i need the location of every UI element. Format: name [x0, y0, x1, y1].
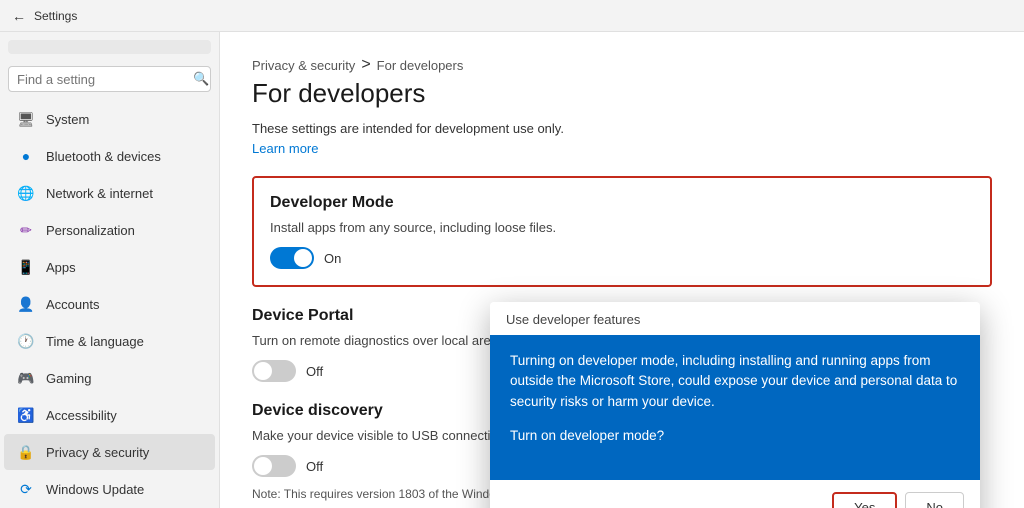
search-box[interactable]: 🔍 — [8, 66, 211, 92]
privacy-nav-icon: 🔒 — [16, 442, 36, 462]
sidebar-item-label-privacy: Privacy & security — [46, 445, 149, 460]
search-input[interactable] — [17, 72, 193, 87]
sidebar-item-label-accounts: Accounts — [46, 297, 99, 312]
nav-list: 🖥 System ● Bluetooth & devices 🌐 Network & in… — [0, 100, 219, 508]
sidebar-item-accounts[interactable]: 👤 Accounts — [4, 286, 215, 322]
dialog-title-bar: Use developer features — [490, 302, 980, 335]
sidebar-item-label-personalization: Personalization — [46, 223, 135, 238]
sidebar-item-label-gaming: Gaming — [46, 371, 92, 386]
sidebar-item-label-network: Network & internet — [46, 186, 153, 201]
sidebar-item-accessibility[interactable]: ♿ Accessibility — [4, 397, 215, 433]
sidebar-item-personalization[interactable]: ✏ Personalization — [4, 212, 215, 248]
sidebar-item-privacy[interactable]: 🔒 Privacy & security — [4, 434, 215, 470]
sidebar-item-apps[interactable]: 📱 Apps — [4, 249, 215, 285]
dialog-overlay: Use developer features Turning on develo… — [220, 32, 1024, 508]
no-button[interactable]: No — [905, 492, 964, 508]
sidebar-item-network[interactable]: 🌐 Network & internet — [4, 175, 215, 211]
time-nav-icon: 🕐 — [16, 331, 36, 351]
dialog-question: Turn on developer mode? — [510, 426, 960, 446]
back-icon[interactable]: ← — [12, 8, 26, 24]
use-developer-features-dialog: Use developer features Turning on develo… — [490, 302, 980, 508]
profile-area — [8, 40, 211, 54]
update-nav-icon: ⟳ — [16, 479, 36, 499]
sidebar-item-system[interactable]: 🖥 System — [4, 101, 215, 137]
app-title: Settings — [34, 9, 77, 23]
sidebar: 🔍 🖥 System ● Bluetooth & devices 🌐 Network & … — [0, 32, 220, 508]
sidebar-item-bluetooth[interactable]: ● Bluetooth & devices — [4, 138, 215, 174]
app-container: 🔍 🖥 System ● Bluetooth & devices 🌐 Network & … — [0, 32, 1024, 508]
sidebar-item-gaming[interactable]: 🎮 Gaming — [4, 360, 215, 396]
sidebar-item-label-system: System — [46, 112, 89, 127]
apps-nav-icon: 📱 — [16, 257, 36, 277]
accessibility-nav-icon: ♿ — [16, 405, 36, 425]
sidebar-item-label-apps: Apps — [46, 260, 76, 275]
main-content: Privacy & security > For developers For … — [220, 32, 1024, 508]
sidebar-item-label-update: Windows Update — [46, 482, 144, 497]
network-nav-icon: 🌐 — [16, 183, 36, 203]
search-icon: 🔍 — [193, 71, 209, 87]
personalization-nav-icon: ✏ — [16, 220, 36, 240]
system-nav-icon: 🖥 — [16, 109, 36, 129]
bluetooth-nav-icon: ● — [16, 146, 36, 166]
gaming-nav-icon: 🎮 — [16, 368, 36, 388]
dialog-buttons: Yes No — [490, 480, 980, 508]
sidebar-item-label-time: Time & language — [46, 334, 144, 349]
sidebar-item-time[interactable]: 🕐 Time & language — [4, 323, 215, 359]
accounts-nav-icon: 👤 — [16, 294, 36, 314]
sidebar-item-update[interactable]: ⟳ Windows Update — [4, 471, 215, 507]
title-bar: ← Settings — [0, 0, 1024, 32]
sidebar-item-label-accessibility: Accessibility — [46, 408, 117, 423]
dialog-body: Turning on developer mode, including ins… — [490, 335, 980, 480]
yes-button[interactable]: Yes — [832, 492, 897, 508]
sidebar-item-label-bluetooth: Bluetooth & devices — [46, 149, 161, 164]
dialog-body-text: Turning on developer mode, including ins… — [510, 351, 960, 412]
